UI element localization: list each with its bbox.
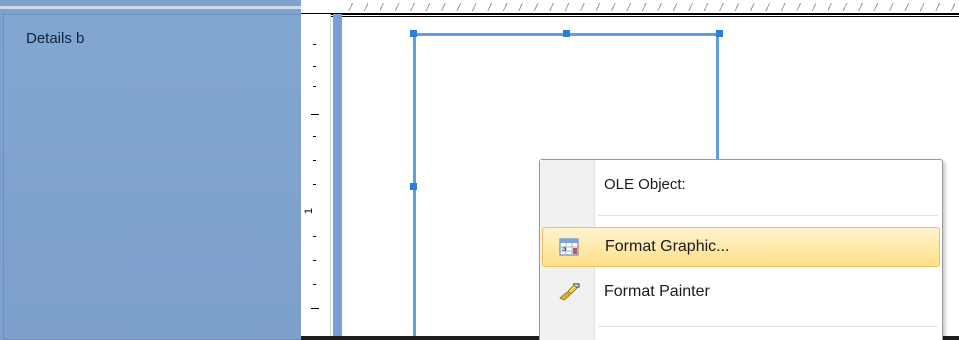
resize-handle-left[interactable] [410,183,417,190]
menu-item-label: Format Painter [604,283,710,300]
ruler-tick [313,136,316,137]
section-hatch [341,3,959,11]
resize-handle-top[interactable] [563,30,570,37]
ruler-number: 1 [303,207,316,215]
section-panel[interactable]: Details b [0,0,301,340]
ruler-tick [313,160,316,161]
report-design-view: Details b 1 OLE Object: a Format Graphic… [0,0,959,340]
resize-handle-top-left[interactable] [410,30,417,37]
format-graphic-icon: a [559,238,579,256]
menu-item-format-painter[interactable]: Format Painter [542,273,940,313]
menu-separator [598,215,938,216]
ruler-tick [313,260,316,261]
svg-text:a: a [562,245,566,253]
top-ruler-band [301,0,959,17]
ruler-tick [313,66,316,67]
section-frame [3,14,301,340]
ruler-tick [313,284,316,285]
ruler-tick [313,184,316,185]
ruler-tick [313,236,316,237]
menu-item-label: Format Graphic... [605,238,730,255]
vertical-ruler: 1 [301,14,331,340]
resize-handle-top-right[interactable] [716,30,723,37]
context-menu: OLE Object: a Format Graphic... Format P… [539,159,943,340]
section-divider [0,6,301,9]
menu-separator [598,326,938,327]
ruler-tick [313,44,316,45]
ruler-tick [311,114,319,115]
ruler-tick [311,308,319,309]
menu-header: OLE Object: [604,176,686,193]
section-label: Details b [26,30,85,47]
ruler-tick [313,86,316,87]
section-selector-strip[interactable] [333,14,342,340]
section-rule [301,13,959,15]
paintbrush-icon [558,283,580,301]
menu-item-format-graphic[interactable]: a Format Graphic... [542,227,940,267]
